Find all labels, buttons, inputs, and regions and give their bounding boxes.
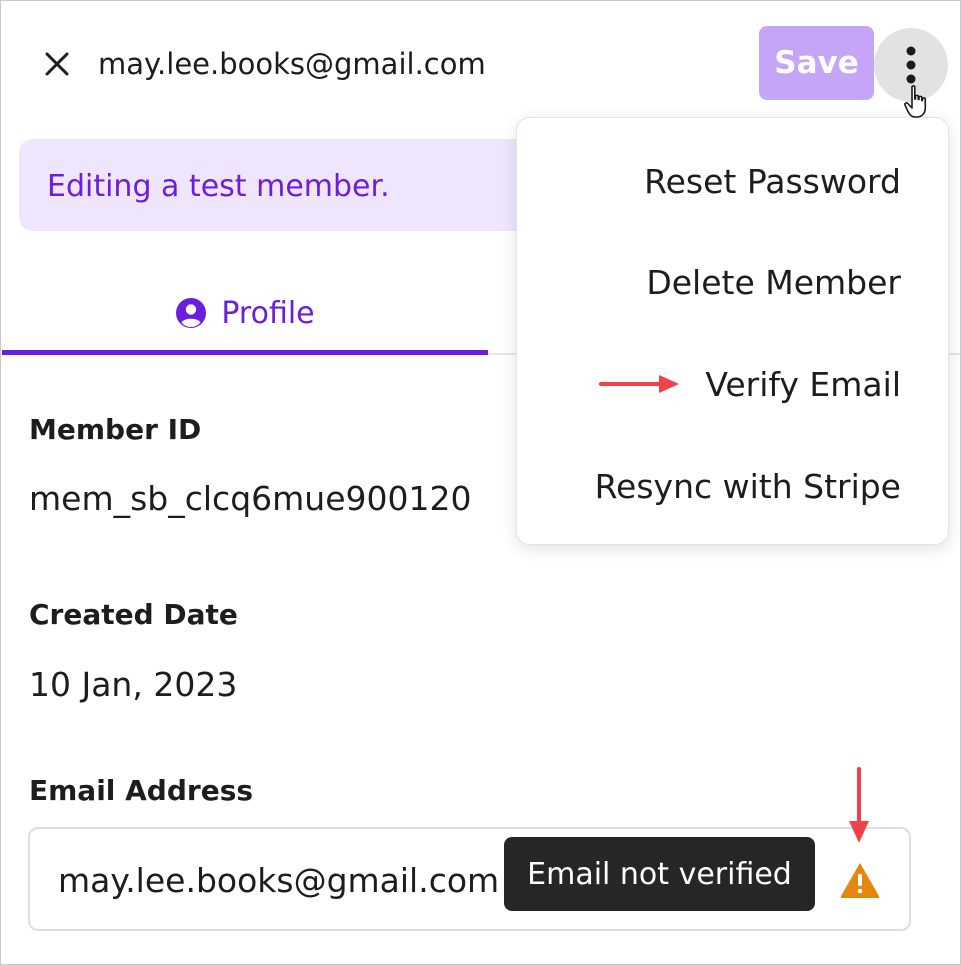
email-field-value: may.lee.books@gmail.com	[58, 861, 500, 900]
email-not-verified-tooltip: Email not verified	[504, 837, 815, 911]
save-button[interactable]: Save	[759, 26, 874, 100]
close-icon	[45, 52, 69, 76]
email-address-label: Email Address	[29, 774, 254, 807]
close-button[interactable]	[39, 46, 75, 82]
tab-profile[interactable]: Profile	[2, 271, 488, 355]
menu-item-delete-member[interactable]: Delete Member	[646, 261, 901, 305]
test-member-banner-text: Editing a test member.	[47, 169, 390, 204]
member-email-title: may.lee.books@gmail.com	[98, 47, 486, 81]
tab-profile-label: Profile	[221, 295, 315, 331]
warning-icon[interactable]	[839, 861, 881, 899]
menu-item-verify-email[interactable]: Verify Email	[705, 363, 901, 407]
created-date-label: Created Date	[29, 598, 238, 631]
annotation-arrow-down-icon	[849, 767, 869, 843]
more-options-menu: Reset Password Delete Member Verify Emai…	[516, 117, 949, 545]
hand-pointer-cursor-icon	[904, 85, 927, 118]
member-id-label: Member ID	[29, 413, 202, 446]
edit-member-panel: may.lee.books@gmail.com Save Editing a t…	[0, 0, 961, 965]
menu-item-resync-stripe[interactable]: Resync with Stripe	[595, 465, 901, 509]
menu-item-reset-password[interactable]: Reset Password	[644, 160, 901, 204]
annotation-arrow-right-icon	[599, 375, 679, 393]
active-tab-indicator	[2, 350, 488, 355]
member-id-value: mem_sb_clcq6mue900120	[29, 479, 472, 518]
more-vertical-icon	[906, 46, 916, 84]
created-date-value: 10 Jan, 2023	[29, 665, 238, 704]
user-circle-icon	[176, 298, 207, 328]
